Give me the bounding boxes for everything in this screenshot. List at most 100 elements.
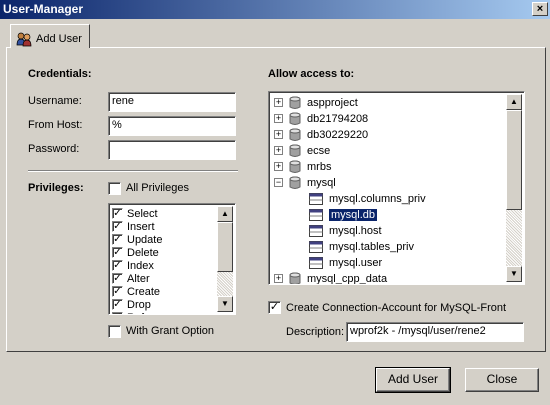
- tree-item-label: db21794208: [307, 112, 369, 125]
- privilege-label: Drop: [127, 298, 151, 311]
- tree-item-label: db30229220: [307, 128, 369, 141]
- tree-item-label: aspproject: [307, 96, 358, 109]
- privilege-checkbox[interactable]: ✓: [112, 299, 123, 310]
- privilege-checkbox[interactable]: ✓: [112, 247, 123, 258]
- access-heading: Allow access to:: [268, 68, 355, 80]
- scroll-thumb[interactable]: [217, 222, 233, 272]
- tree-scrollbar[interactable]: ▲ ▼: [506, 94, 522, 282]
- window-title: User-Manager: [3, 2, 84, 16]
- privilege-item[interactable]: ✓ Create: [112, 285, 160, 298]
- description-field[interactable]: wprof2k - /mysql/user/rene2: [346, 322, 524, 342]
- create-account-checkbox[interactable]: ✓: [268, 301, 281, 314]
- privilege-checkbox[interactable]: ✓: [112, 208, 123, 219]
- description-label: Description:: [286, 326, 345, 338]
- tree-item-table[interactable]: mysql.user: [309, 255, 382, 270]
- tree-scroll-down-button[interactable]: ▼: [506, 266, 522, 282]
- username-field[interactable]: rene: [108, 92, 236, 112]
- privilege-item[interactable]: ✓ Select: [112, 207, 158, 220]
- privileges-heading: Privileges:: [28, 182, 84, 194]
- scroll-down-button[interactable]: ▼: [217, 296, 233, 312]
- database-icon: [289, 144, 301, 157]
- privilege-checkbox[interactable]: ✓: [112, 312, 123, 314]
- privilege-checkbox[interactable]: ✓: [112, 273, 123, 284]
- users-icon: [16, 32, 32, 47]
- tree-item-label: mysql: [307, 176, 336, 189]
- privilege-label: Reference: [127, 312, 178, 315]
- privilege-item[interactable]: ✓ Drop: [112, 298, 151, 311]
- tree-item-label: mysql.db: [329, 208, 378, 221]
- database-tree[interactable]: + aspproject + db21794208 + db30229220 + ecse + m…: [268, 91, 525, 285]
- tree-scroll-up-button[interactable]: ▲: [506, 94, 522, 110]
- database-icon: [289, 128, 301, 141]
- table-icon: [309, 240, 323, 253]
- tree-item-database[interactable]: + ecse: [274, 143, 330, 158]
- expand-icon[interactable]: +: [274, 98, 283, 107]
- password-field[interactable]: [108, 140, 236, 160]
- database-icon: [289, 176, 301, 189]
- username-label: Username:: [28, 95, 82, 107]
- all-privileges-checkbox[interactable]: [108, 182, 121, 195]
- tree-item-database[interactable]: − mysql: [274, 175, 336, 190]
- close-icon: ×: [536, 3, 544, 15]
- tree-item-table[interactable]: mysql.db: [309, 207, 378, 222]
- privilege-checkbox[interactable]: ✓: [112, 221, 123, 232]
- database-icon: [289, 112, 301, 125]
- tree-item-label: ecse: [307, 144, 331, 157]
- expand-icon[interactable]: +: [274, 146, 283, 155]
- privilege-label: Update: [127, 233, 163, 246]
- tree-item-label: mysql_cpp_data: [307, 272, 388, 285]
- scroll-up-button[interactable]: ▲: [217, 206, 233, 222]
- add-user-button[interactable]: Add User: [375, 367, 451, 393]
- privilege-item[interactable]: ✓ Insert: [112, 220, 155, 233]
- privilege-checkbox[interactable]: ✓: [112, 260, 123, 271]
- expand-icon[interactable]: +: [274, 130, 283, 139]
- privilege-checkbox[interactable]: ✓: [112, 286, 123, 297]
- host-field[interactable]: %: [108, 116, 236, 136]
- privilege-label: Alter: [127, 272, 150, 285]
- window-titlebar: User-Manager ×: [0, 0, 550, 19]
- create-account-label: Create Connection-Account for MySQL-Fron…: [286, 302, 507, 314]
- privilege-item[interactable]: ✓ Update: [112, 233, 162, 246]
- expand-icon[interactable]: −: [274, 178, 283, 187]
- tab-add-user[interactable]: Add User: [10, 24, 90, 48]
- tree-item-label: mysql.user: [329, 256, 383, 269]
- separator: [28, 170, 238, 172]
- privileges-list[interactable]: ✓ Select ✓ Insert ✓ Update ✓ Delete ✓ Index ✓ Alter…: [108, 203, 236, 315]
- tree-item-database[interactable]: + aspproject: [274, 95, 358, 110]
- close-window-button[interactable]: ×: [532, 2, 548, 16]
- privileges-scrollbar[interactable]: ▲ ▼: [217, 206, 233, 312]
- table-icon: [309, 256, 323, 269]
- privilege-item[interactable]: ✓ Alter: [112, 272, 150, 285]
- close-button[interactable]: Close: [465, 368, 539, 392]
- expand-icon[interactable]: +: [274, 274, 283, 283]
- expand-icon[interactable]: +: [274, 162, 283, 171]
- tree-item-label: mysql.host: [329, 224, 382, 237]
- table-icon: [309, 224, 323, 237]
- privilege-item[interactable]: ✓ Reference: [112, 311, 178, 315]
- host-label: From Host:: [28, 119, 83, 131]
- privilege-item[interactable]: ✓ Delete: [112, 246, 159, 259]
- tree-item-label: mrbs: [307, 160, 332, 173]
- database-icon: [289, 96, 301, 109]
- all-privileges-label: All Privileges: [126, 182, 189, 194]
- tree-item-database[interactable]: + mysql_cpp_data: [274, 271, 388, 285]
- grant-option-label: With Grant Option: [126, 325, 215, 337]
- tab-label: Add User: [36, 33, 82, 45]
- tree-item-database[interactable]: + db30229220: [274, 127, 368, 142]
- tree-item-table[interactable]: mysql.columns_priv: [309, 191, 426, 206]
- tree-item-table[interactable]: mysql.tables_priv: [309, 239, 414, 254]
- table-icon: [309, 192, 323, 205]
- grant-option-checkbox[interactable]: [108, 325, 121, 338]
- privilege-item[interactable]: ✓ Index: [112, 259, 154, 272]
- expand-icon[interactable]: +: [274, 114, 283, 123]
- tree-scroll-thumb[interactable]: [506, 110, 522, 210]
- password-label: Password:: [28, 143, 80, 155]
- table-icon: [309, 208, 323, 221]
- privilege-label: Index: [127, 259, 154, 272]
- privilege-label: Insert: [127, 220, 155, 233]
- tree-item-table[interactable]: mysql.host: [309, 223, 382, 238]
- privilege-checkbox[interactable]: ✓: [112, 234, 123, 245]
- tree-item-database[interactable]: + mrbs: [274, 159, 331, 174]
- database-icon: [289, 272, 301, 284]
- tree-item-database[interactable]: + db21794208: [274, 111, 368, 126]
